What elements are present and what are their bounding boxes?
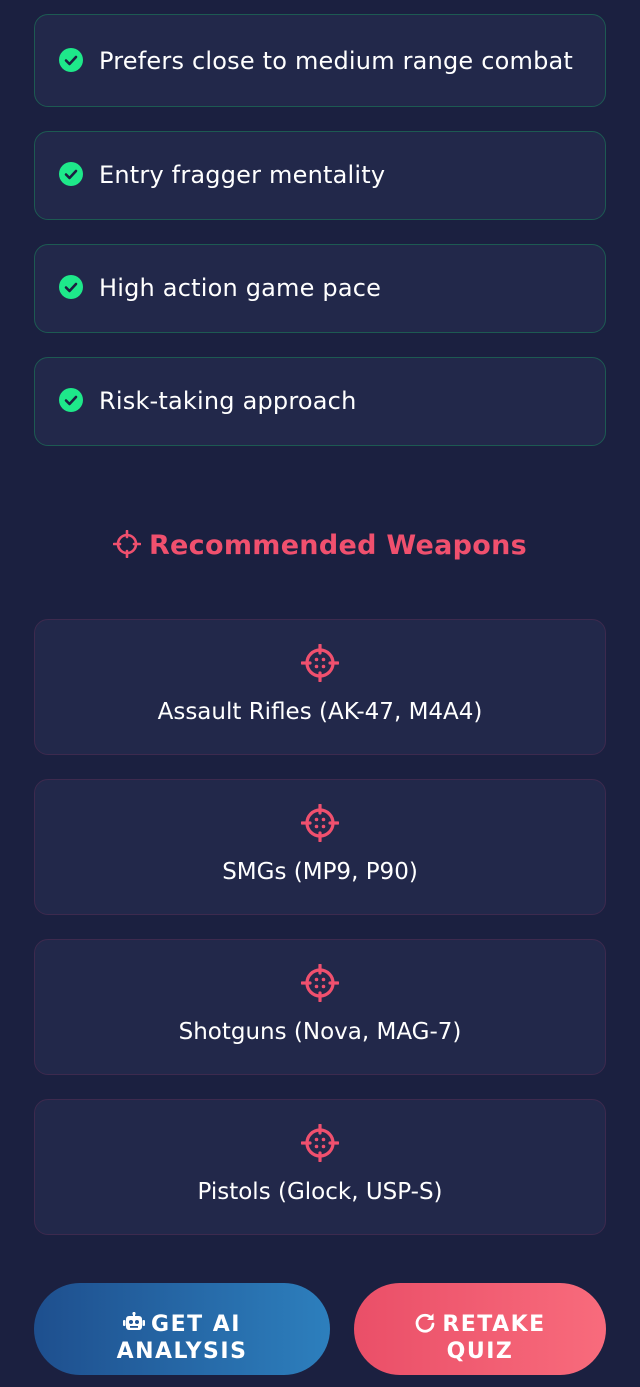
weapon-label: SMGs (MP9, P90): [222, 859, 418, 885]
weapon-card: Pistols (Glock, USP-S): [34, 1099, 606, 1235]
retake-quiz-button[interactable]: RETAKE QUIZ: [354, 1283, 606, 1375]
trait-label: Risk-taking approach: [99, 387, 357, 415]
trait-list: Prefers close to medium range combat Ent…: [34, 14, 606, 470]
trait-card: Risk-taking approach: [34, 357, 606, 446]
crosshair-icon: [301, 964, 339, 1002]
weapon-label: Assault Rifles (AK-47, M4A4): [157, 699, 483, 725]
trait-card: Entry fragger mentality: [34, 131, 606, 220]
trait-card: Prefers close to medium range combat: [34, 14, 606, 107]
crosshair-icon: [112, 530, 141, 558]
weapon-card: Shotguns (Nova, MAG-7): [34, 939, 606, 1075]
trait-label: Entry fragger mentality: [99, 161, 386, 189]
check-circle-icon: [59, 48, 83, 72]
check-circle-icon: [59, 388, 83, 412]
recommended-weapons-heading: Recommended Weapons: [0, 530, 640, 561]
trait-label: High action game pace: [99, 274, 382, 302]
crosshair-icon: [301, 804, 339, 842]
weapon-label: Shotguns (Nova, MAG-7): [178, 1019, 462, 1045]
button-label-line2: QUIZ: [446, 1339, 514, 1364]
weapon-list: Assault Rifles (AK-47, M4A4) SMGs (MP9, …: [34, 619, 606, 1259]
check-circle-icon: [59, 275, 83, 299]
trait-card: High action game pace: [34, 244, 606, 333]
weapon-card: Assault Rifles (AK-47, M4A4): [34, 619, 606, 755]
trait-label: Prefers close to medium range combat: [99, 47, 574, 75]
crosshair-icon: [301, 644, 339, 682]
check-circle-icon: [59, 162, 83, 186]
button-label-line2: ANALYSIS: [116, 1339, 248, 1364]
button-label-line1: GET AI: [151, 1312, 241, 1337]
weapon-label: Pistols (Glock, USP-S): [197, 1179, 443, 1205]
robot-icon: [123, 1312, 146, 1330]
crosshair-icon: [301, 1124, 339, 1162]
section-title-text: Recommended Weapons: [148, 530, 528, 561]
button-label-line1: RETAKE: [442, 1312, 546, 1337]
weapon-card: SMGs (MP9, P90): [34, 779, 606, 915]
redo-icon: [416, 1313, 435, 1333]
get-ai-analysis-button[interactable]: GET AI ANALYSIS: [34, 1283, 330, 1375]
